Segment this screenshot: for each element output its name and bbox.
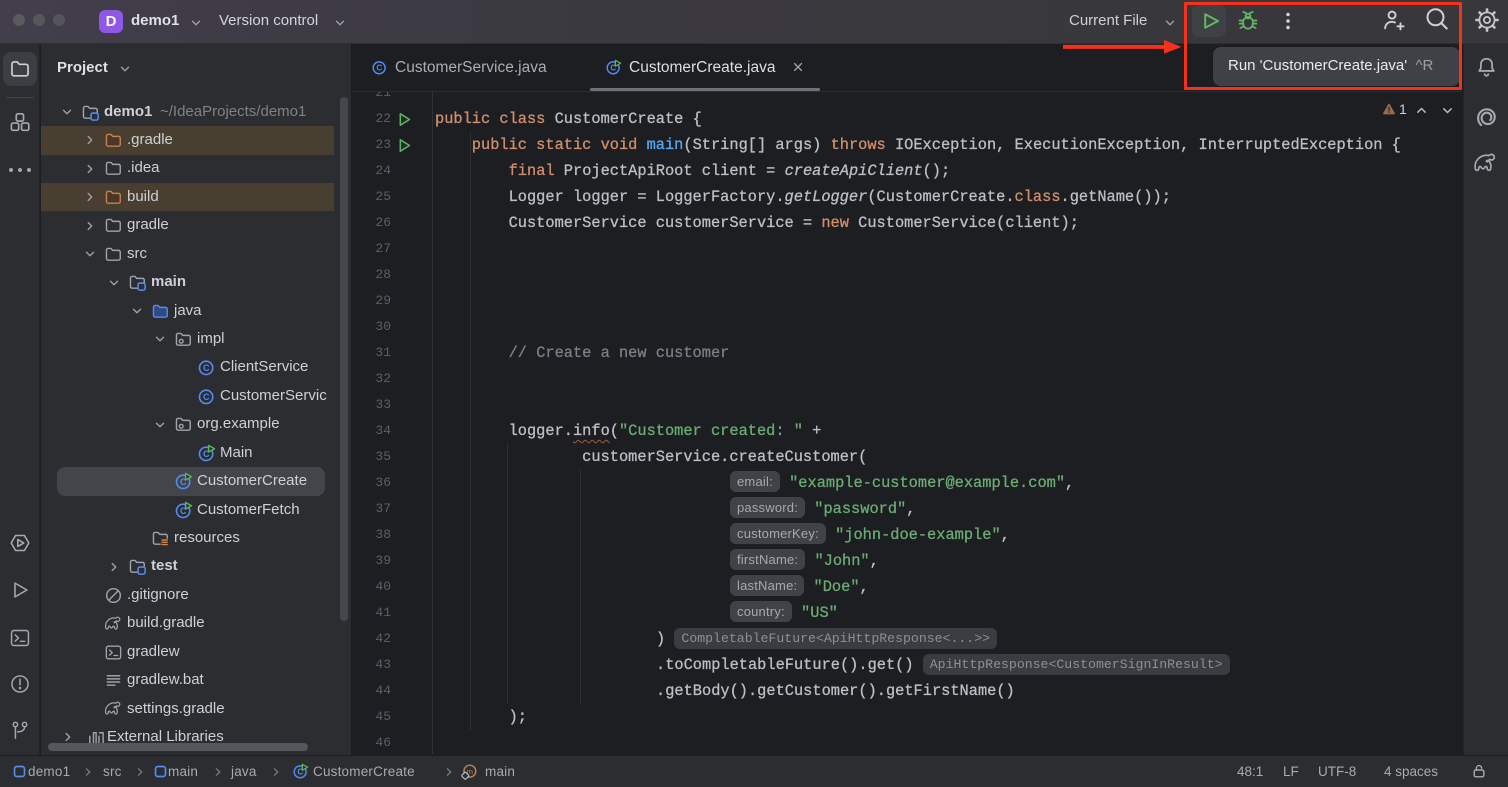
- svg-text:C: C: [203, 392, 210, 402]
- svg-text:C: C: [203, 363, 210, 373]
- svg-text:C: C: [376, 63, 382, 72]
